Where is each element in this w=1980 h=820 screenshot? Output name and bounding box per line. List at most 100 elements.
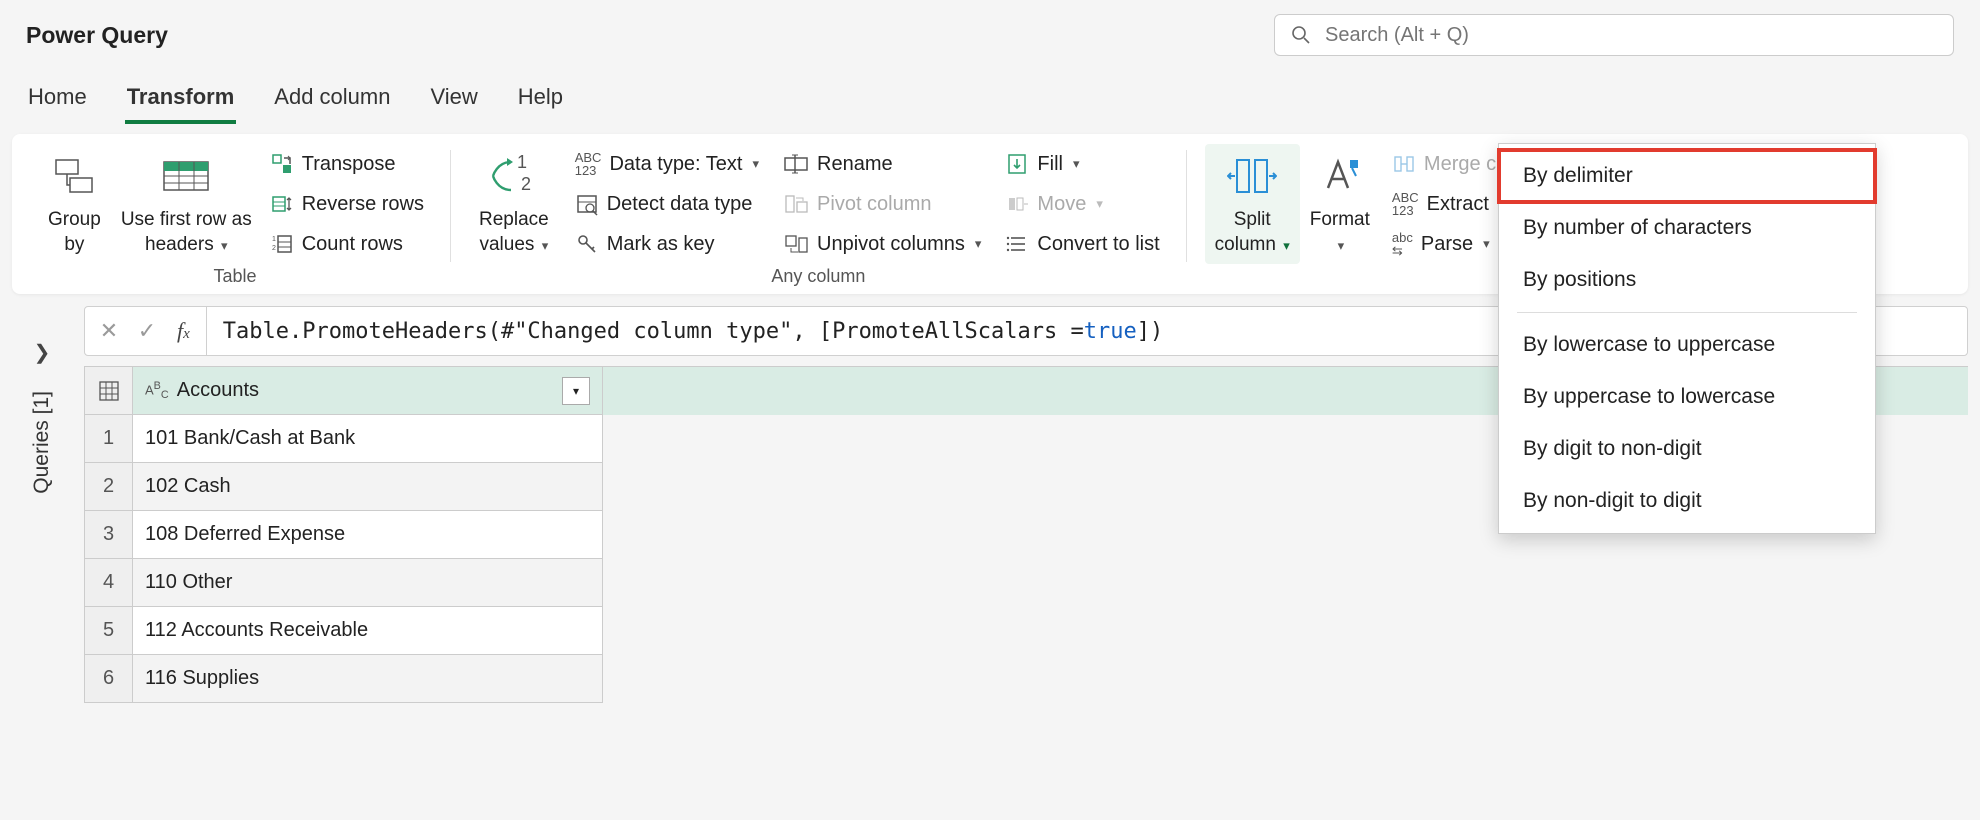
pivot-icon [783,192,809,216]
tab-view[interactable]: View [428,74,479,124]
fx-icon: fx [171,318,196,344]
pivot-label: Pivot column [817,193,932,216]
move-icon [1005,192,1029,216]
convert-to-list-button[interactable]: Convert to list [997,224,1167,264]
row-number[interactable]: 3 [85,511,133,559]
app-title: Power Query [26,22,168,49]
table-row: 4 110 Other [85,559,1968,607]
menu-separator [1517,312,1857,313]
extract-icon: ABC123 [1392,191,1419,217]
row-number[interactable]: 4 [85,559,133,607]
detect-data-type-button[interactable]: Detect data type [567,184,767,224]
use-first-row-button[interactable]: Use first row as headers ▾ [111,144,262,264]
extract-label: Extract [1427,193,1489,216]
row-number[interactable]: 2 [85,463,133,511]
title-bar: Power Query [0,0,1980,56]
group-by-icon [50,156,98,196]
menu-by-digit-nondigit[interactable]: By digit to non-digit [1499,423,1875,475]
menu-by-lower-upper[interactable]: By lowercase to uppercase [1499,319,1875,371]
search-box[interactable] [1274,14,1954,56]
reverse-rows-label: Reverse rows [302,193,424,216]
formula-accept-button[interactable]: ✓ [133,318,161,344]
menu-by-delimiter[interactable]: By delimiter [1499,150,1875,202]
rename-button[interactable]: Rename [775,144,989,184]
convert-list-label: Convert to list [1037,233,1159,256]
formula-text-prefix: Table.PromoteHeaders(#"Changed column ty… [223,319,1084,344]
menu-by-positions[interactable]: By positions [1499,254,1875,306]
key-icon [575,232,599,256]
list-icon [1005,232,1029,256]
fill-button[interactable]: Fill▾ [997,144,1167,184]
data-cell[interactable]: 102 Cash [133,463,603,511]
group-by-label: Group by [48,208,101,257]
unpivot-columns-button[interactable]: Unpivot columns▾ [775,224,989,264]
grid-corner[interactable] [85,367,133,415]
transpose-label: Transpose [302,153,396,176]
detect-label: Detect data type [607,193,753,216]
table-group-label: Table [213,266,256,288]
parse-label: Parse [1421,233,1473,256]
search-icon [1291,25,1311,45]
mark-as-key-button[interactable]: Mark as key [567,224,767,264]
table-icon [98,380,120,402]
split-column-button[interactable]: Split column ▾ [1205,144,1300,264]
column-header-accounts[interactable]: ABC Accounts ▾ [133,367,603,415]
split-column-icon [1227,154,1277,198]
type-icon: ABC [145,381,169,401]
data-type-button[interactable]: ABC123 Data type: Text▾ [567,144,767,184]
tab-home[interactable]: Home [26,74,89,124]
formula-cancel-button[interactable]: ✕ [95,318,123,344]
count-rows-label: Count rows [302,233,403,256]
ribbon-tabs: Home Transform Add column View Help [0,56,1980,124]
svg-text:1: 1 [517,152,527,172]
format-label: Format▾ [1310,208,1370,257]
ribbon-group-any-column: 12 Replace values ▾ ABC123 Data type: Te… [455,144,1182,288]
group-by-button[interactable]: Group by [38,144,111,264]
row-number[interactable]: 5 [85,607,133,655]
reverse-rows-button[interactable]: Reverse rows [262,184,432,224]
unpivot-icon [783,232,809,256]
fill-icon [1005,152,1029,176]
unpivot-label: Unpivot columns [817,233,965,256]
menu-by-nondigit-digit[interactable]: By non-digit to digit [1499,475,1875,527]
data-cell[interactable]: 108 Deferred Expense [133,511,603,559]
column-filter-button[interactable]: ▾ [562,377,590,405]
menu-by-num-chars[interactable]: By number of characters [1499,202,1875,254]
rename-icon [783,152,809,176]
data-cell[interactable]: 110 Other [133,559,603,607]
parse-icon: abc⇆ [1392,231,1413,257]
queries-panel: ❯ Queries [1] [0,306,84,703]
svg-text:2: 2 [521,174,531,194]
replace-values-label: Replace values ▾ [479,208,549,257]
data-cell[interactable]: 101 Bank/Cash at Bank [133,415,603,463]
detect-icon [575,192,599,216]
fill-label: Fill [1037,153,1063,176]
data-cell[interactable]: 116 Supplies [133,655,603,703]
table-row: 6 116 Supplies [85,655,1968,703]
transpose-button[interactable]: Transpose [262,144,432,184]
move-button: Move▾ [997,184,1167,224]
row-number[interactable]: 6 [85,655,133,703]
merge-icon [1392,152,1416,176]
count-rows-button[interactable]: 12 Count rows [262,224,432,264]
replace-values-button[interactable]: 12 Replace values ▾ [469,144,559,264]
divider [1186,150,1187,262]
queries-label: Queries [1] [30,391,54,494]
tab-add-column[interactable]: Add column [272,74,392,124]
expand-queries-button[interactable]: ❯ [24,334,61,371]
any-column-group-label: Any column [771,266,865,288]
tab-help[interactable]: Help [516,74,565,124]
tab-transform[interactable]: Transform [125,74,237,124]
data-cell[interactable]: 112 Accounts Receivable [133,607,603,655]
search-input[interactable] [1325,24,1937,47]
data-type-icon: ABC123 [575,151,602,177]
format-button[interactable]: Format▾ [1300,144,1380,264]
ribbon-group-table: Group by Use first row as headers ▾ Tran… [24,144,446,288]
menu-by-upper-lower[interactable]: By uppercase to lowercase [1499,371,1875,423]
formula-text-suffix: ]) [1137,319,1164,344]
format-icon [1316,154,1364,198]
table-headers-icon [160,156,212,196]
row-number[interactable]: 1 [85,415,133,463]
mark-key-label: Mark as key [607,233,715,256]
rename-label: Rename [817,153,893,176]
